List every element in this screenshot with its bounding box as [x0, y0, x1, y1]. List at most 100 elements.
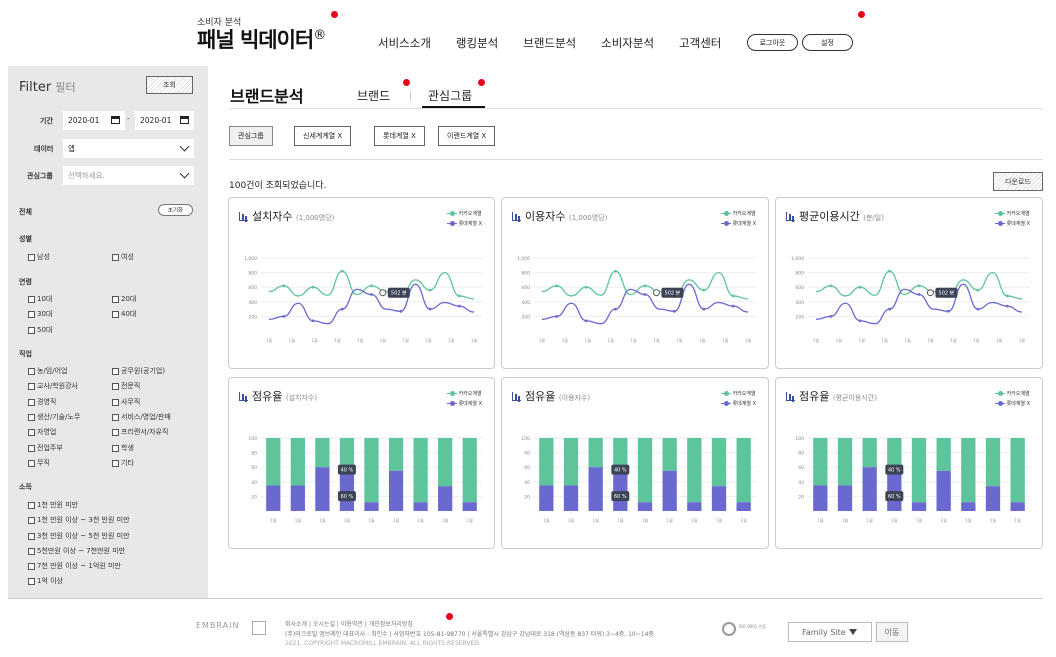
y-tick-label: 60	[798, 465, 804, 471]
checkbox-age-40s[interactable]: 40대	[112, 309, 136, 319]
checkbox-income[interactable]: 3천 만원 이상 ~ 5천 만원 미만	[28, 531, 130, 541]
bar-segment	[911, 502, 927, 511]
nav-customer-center[interactable]: 고객센터	[679, 35, 721, 51]
checkbox-age-20s[interactable]: 20대	[112, 294, 136, 304]
data-point	[614, 269, 617, 273]
x-tick-label: 1월	[642, 517, 649, 523]
chip-interest-group[interactable]: 관심그룹	[229, 126, 273, 146]
date-to-input[interactable]: 2020-01	[135, 111, 194, 130]
x-tick-label: 1월	[311, 337, 318, 343]
reset-button[interactable]: 초기화	[158, 204, 193, 216]
calendar-icon[interactable]	[180, 116, 189, 124]
iso-badge-icon	[722, 622, 736, 636]
checkbox-job[interactable]: 사무직	[112, 397, 140, 407]
bar-segment	[813, 485, 828, 511]
x-tick-label: 1월	[319, 517, 326, 523]
checkbox-job[interactable]: 교사/학원강사	[28, 381, 78, 391]
marker-dot	[403, 79, 410, 86]
logout-button[interactable]: 로그아웃	[747, 34, 798, 51]
checkbox-income[interactable]: 1천 만원 이상 ~ 3천 만원 미만	[28, 515, 130, 525]
bar-segment	[985, 438, 1001, 487]
gender-title: 성별	[19, 235, 32, 243]
checkbox-job[interactable]: 기타	[112, 458, 134, 468]
checkbox-income[interactable]: 5천만원 이상 ~ 7천만원 미만	[28, 546, 125, 556]
data-select[interactable]: 앱	[63, 139, 194, 158]
tab-brand[interactable]: 브랜드	[357, 87, 390, 104]
family-site-select[interactable]: Family Site	[788, 622, 872, 642]
checkbox-job[interactable]: 생산/기술/노무	[28, 412, 80, 422]
chip-eland[interactable]: 이랜드계열 X	[438, 126, 496, 146]
tooltip-label: 502 분	[391, 291, 407, 297]
bar-segment	[315, 438, 330, 468]
bar-segment	[339, 438, 355, 468]
x-tick-label: 1월	[996, 337, 1003, 343]
nav-service-intro[interactable]: 서비스소개	[378, 35, 431, 51]
x-tick-label: 1월	[836, 337, 843, 343]
y-tick-label: 80	[524, 451, 530, 457]
checkbox-income[interactable]: 1천 만원 미만	[28, 500, 78, 510]
y-tick-label: 100	[521, 436, 530, 442]
footer-links[interactable]: 회사소개 | 오시는길 | 이용약관 | 개인정보처리방침	[285, 619, 413, 628]
checkbox-job[interactable]: 전업주부	[28, 443, 63, 453]
group-select[interactable]: 선택하세요.	[63, 166, 194, 185]
checkbox-job[interactable]: 경영직	[28, 397, 56, 407]
checkbox-age-30s[interactable]: 30대	[28, 309, 52, 319]
x-tick-label: 1월	[1015, 517, 1022, 523]
bar-segment	[563, 485, 579, 511]
nav-brand-analysis[interactable]: 브랜드분석	[523, 35, 576, 51]
chip-lotte[interactable]: 롯데계열 X	[374, 126, 425, 146]
bar-segment	[1010, 438, 1025, 503]
date-from-input[interactable]: 2020-01	[63, 111, 125, 130]
calendar-icon[interactable]	[111, 116, 120, 124]
x-tick-label: 1월	[393, 517, 400, 523]
x-tick-label: 1월	[368, 517, 375, 523]
checkbox-job[interactable]: 프리랜서/자유직	[112, 427, 168, 437]
x-tick-label: 1월	[882, 337, 889, 343]
data-point	[428, 307, 432, 311]
bar-segment	[637, 502, 653, 511]
checkbox-age-10s[interactable]: 10대	[28, 294, 52, 304]
checkbox-job[interactable]: 공무원(공기업)	[112, 366, 165, 376]
checkbox-job[interactable]: 자영업	[28, 427, 56, 437]
checkbox-job[interactable]: 전문직	[112, 381, 140, 391]
checkbox-female[interactable]: 여성	[112, 252, 134, 262]
data-select-value: 앱	[68, 144, 75, 153]
bar-segment	[588, 467, 603, 511]
tab-interest-group[interactable]: 관심그룹	[428, 87, 472, 104]
nav-consumer-analysis[interactable]: 소비자분석	[601, 35, 654, 51]
download-button[interactable]: 다운로드	[993, 172, 1043, 191]
checkbox-male[interactable]: 남성	[28, 252, 50, 262]
checkbox-job[interactable]: 농/임/어업	[28, 366, 67, 376]
date-to-value: 2020-01	[140, 116, 172, 125]
checkbox-job[interactable]: 학생	[112, 443, 134, 453]
x-tick-label: 1월	[471, 337, 478, 343]
x-tick-label: 1월	[842, 517, 849, 523]
chip-shinsegae[interactable]: 신세계계열 X	[294, 126, 352, 146]
logo[interactable]: 패널 빅데이터®	[197, 24, 326, 54]
checkbox-income[interactable]: 7천 만원 이상 ~ 1억원 미만	[28, 561, 121, 571]
x-tick-label: 1월	[266, 337, 273, 343]
series-line	[268, 283, 475, 325]
y-tick-label: 400	[248, 300, 257, 306]
marker-dot	[478, 79, 485, 86]
nav-ranking[interactable]: 랭킹분석	[456, 35, 498, 51]
query-button[interactable]: 조회	[146, 76, 193, 94]
go-button[interactable]: 이동	[876, 622, 908, 642]
chart-card-share-users: 점유율 (이용자수) 카카오계열 롯데계열 X 100 80 60 40 20 1월 1월 1월…	[501, 377, 769, 549]
tab-divider	[410, 91, 411, 101]
result-count: 100건이 조회되었습니다.	[229, 181, 327, 191]
checkbox-job[interactable]: 서비스/영업/판매	[112, 412, 171, 422]
tooltip-label: 60 %	[614, 494, 627, 500]
bar-segment	[662, 438, 677, 471]
checkbox-age-50s[interactable]: 50대	[28, 325, 52, 335]
y-tick-label: 600	[521, 285, 530, 291]
bar-segment	[911, 438, 927, 503]
checkbox-job[interactable]: 무직	[28, 458, 50, 468]
bar-segment	[364, 502, 379, 511]
bar-segment	[687, 438, 702, 503]
data-point	[282, 315, 286, 318]
checkbox-income[interactable]: 1억 이상	[28, 576, 63, 586]
settings-button[interactable]: 설정	[802, 34, 853, 51]
x-tick-label: 1월	[653, 337, 660, 343]
bar-segment	[961, 438, 976, 503]
